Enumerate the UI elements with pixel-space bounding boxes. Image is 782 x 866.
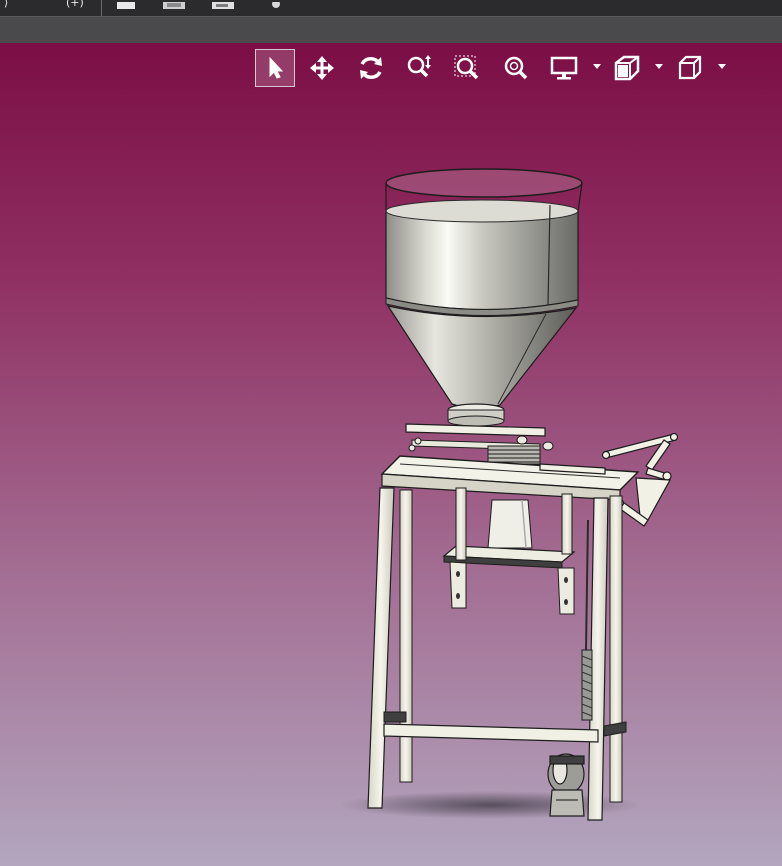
- hopper-cone: [386, 305, 578, 409]
- top-menu-bar: ⟩ (+): [0, 0, 782, 17]
- foot-valve: [547, 753, 585, 817]
- settings-icon[interactable]: [268, 0, 284, 12]
- rear-leg-inner-left: [455, 487, 467, 561]
- rear-leg-right: [609, 495, 623, 803]
- lower-rail-front: [383, 723, 599, 743]
- valve-plate: [405, 423, 546, 437]
- command-strip: [0, 17, 782, 43]
- bracket-icon[interactable]: (+): [66, 0, 84, 9]
- filling-machine-model[interactable]: [0, 43, 782, 866]
- spring-stack: [487, 445, 541, 465]
- back-arrow-icon[interactable]: ⟩: [4, 0, 8, 9]
- spring-rod: [581, 519, 593, 721]
- options-icon[interactable]: [210, 0, 236, 12]
- save-icon[interactable]: [116, 0, 136, 12]
- hopper-rim: [385, 168, 583, 198]
- rear-leg-inner-right: [561, 493, 573, 555]
- toolbar-divider: [101, 0, 102, 16]
- print-icon[interactable]: [162, 0, 186, 12]
- rear-leg-left: [399, 489, 413, 783]
- graphics-viewport[interactable]: [0, 43, 782, 866]
- front-leg-left: [367, 487, 395, 809]
